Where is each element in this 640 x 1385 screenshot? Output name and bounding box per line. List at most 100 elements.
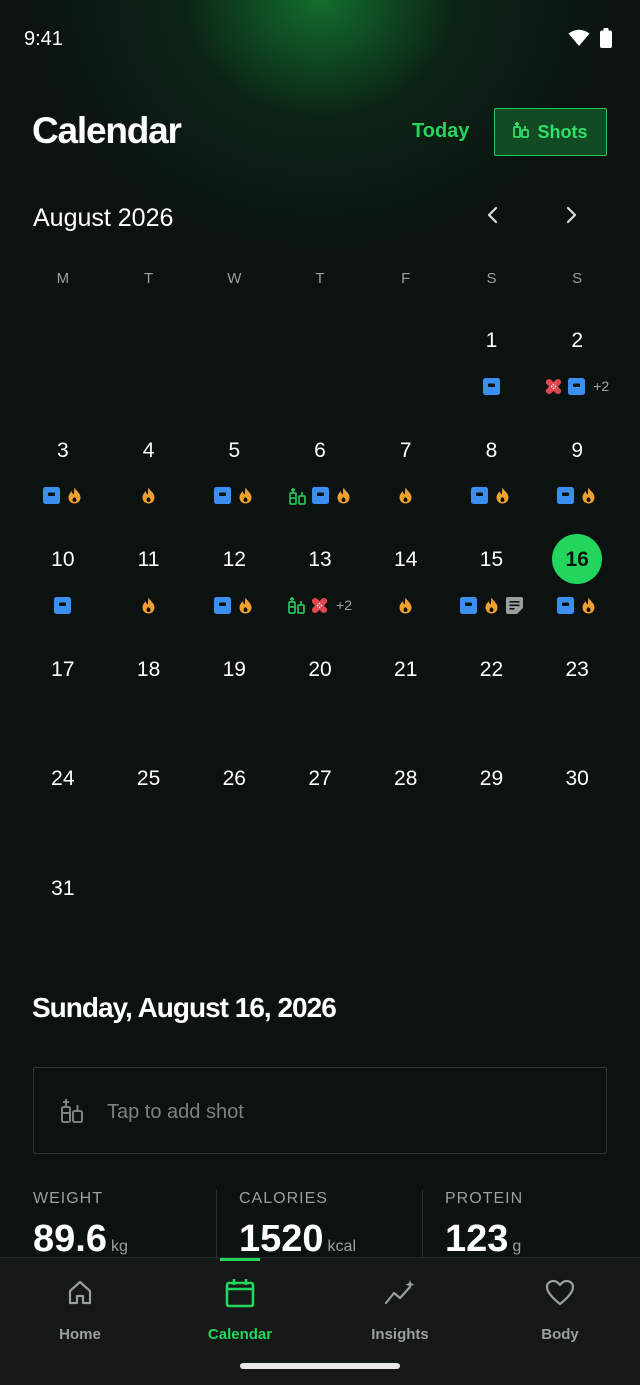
weekday-label: S xyxy=(572,270,583,287)
calendar-day[interactable]: 11 xyxy=(106,536,192,646)
tab-calendar[interactable]: Calendar xyxy=(160,1258,320,1358)
stat-value: 89.6 xyxy=(33,1218,107,1260)
day-indicators xyxy=(277,487,363,505)
calendar-day[interactable]: 13 +2 xyxy=(277,536,363,646)
day-number: 22 xyxy=(479,657,504,681)
day-number: 6 xyxy=(314,438,326,462)
weekday-label: F xyxy=(401,270,411,287)
calendar-day[interactable]: 26 xyxy=(191,755,277,865)
calendar-day[interactable]: 23 xyxy=(534,646,620,756)
calendar-day[interactable]: 3 xyxy=(20,427,106,537)
weekday-header: MTWTFSS xyxy=(20,270,620,294)
scale-icon xyxy=(557,487,575,505)
stat-label: WEIGHT xyxy=(33,1190,103,1207)
stat-protein[interactable]: PROTEIN 123 g xyxy=(445,1190,523,1260)
shots-label: Shots xyxy=(537,121,588,142)
day-number: 21 xyxy=(394,657,418,681)
calendar-day[interactable]: 24 xyxy=(20,755,106,865)
calendar-day[interactable]: 29 xyxy=(449,755,535,865)
scale-icon xyxy=(214,596,232,614)
day-number: 12 xyxy=(222,548,246,572)
calendar-day[interactable]: 21 xyxy=(363,646,449,756)
calendar-empty-cell xyxy=(534,865,620,975)
day-number: 20 xyxy=(308,657,332,681)
calendar-week-row: 24 25 26 27 28 29 30 xyxy=(20,755,620,865)
calendar-day[interactable]: 12 xyxy=(191,536,277,646)
chevron-left-icon xyxy=(486,206,500,229)
bandage-icon xyxy=(311,597,328,614)
tab-body[interactable]: Body xyxy=(480,1258,640,1358)
calendar-day[interactable]: 28 xyxy=(363,755,449,865)
flame-icon xyxy=(580,597,597,614)
day-number: 7 xyxy=(399,438,412,462)
calendar-day[interactable]: 14 xyxy=(363,536,449,646)
day-number: 19 xyxy=(222,657,246,681)
syringe-icon xyxy=(288,487,306,505)
stat-divider xyxy=(216,1190,217,1260)
flame-icon xyxy=(66,487,83,504)
calendar-day[interactable]: 25 xyxy=(106,755,192,865)
next-month-button[interactable] xyxy=(556,202,586,232)
day-indicators xyxy=(363,487,449,505)
day-number: 30 xyxy=(565,767,589,791)
stat-divider xyxy=(422,1190,423,1260)
tab-insights[interactable]: Insights xyxy=(320,1258,480,1358)
calendar-empty-cell xyxy=(106,317,192,427)
flame-icon xyxy=(397,487,414,504)
calendar-day[interactable]: 6 xyxy=(277,427,363,537)
scale-icon xyxy=(311,487,329,505)
more-count: +2 xyxy=(336,597,352,614)
home-indicator xyxy=(240,1363,400,1369)
day-number: 11 xyxy=(137,548,160,572)
status-time: 9:41 xyxy=(24,28,63,50)
previous-month-button[interactable] xyxy=(478,202,508,232)
calendar-day[interactable]: 20 xyxy=(277,646,363,756)
tab-home[interactable]: Home xyxy=(0,1258,160,1358)
day-indicators xyxy=(20,487,106,505)
calendar-day[interactable]: 27 xyxy=(277,755,363,865)
flame-icon xyxy=(335,487,352,504)
day-indicators xyxy=(449,377,535,395)
flame-icon xyxy=(397,597,414,614)
calendar-day[interactable]: 4 xyxy=(106,427,192,537)
calendar-day[interactable]: 30 xyxy=(534,755,620,865)
calendar-day[interactable]: 17 xyxy=(20,646,106,756)
day-indicators xyxy=(363,596,449,614)
calendar-day[interactable]: 31 xyxy=(20,865,106,975)
day-number: 27 xyxy=(308,767,332,791)
calendar-day-today[interactable]: 16 xyxy=(534,534,620,646)
calendar-empty-cell xyxy=(277,317,363,427)
day-indicators xyxy=(534,596,620,614)
shots-button[interactable]: Shots xyxy=(494,108,607,156)
scale-icon xyxy=(54,596,72,614)
calendar-week-row: 31 xyxy=(20,865,620,975)
calendar-day[interactable]: 9 xyxy=(534,427,620,537)
calendar-day[interactable]: 7 xyxy=(363,427,449,537)
day-number: 3 xyxy=(57,438,69,462)
day-number: 31 xyxy=(51,876,75,900)
day-number: 16 xyxy=(565,548,589,572)
day-number: 1 xyxy=(485,329,498,352)
day-number: 8 xyxy=(485,438,498,462)
calendar-day[interactable]: 5 xyxy=(191,427,277,537)
calendar-day[interactable]: 22 xyxy=(449,646,535,756)
calendar-day[interactable]: 19 xyxy=(191,646,277,756)
calendar-day[interactable]: 2 +2 xyxy=(534,317,620,427)
calendar-day[interactable]: 10 xyxy=(20,536,106,646)
stat-weight[interactable]: WEIGHT 89.6 kg xyxy=(33,1190,128,1260)
calendar-day[interactable]: 1 xyxy=(449,317,535,427)
stat-unit: kg xyxy=(110,1238,128,1255)
stat-calories[interactable]: CALORIES 1520 kcal xyxy=(239,1190,356,1260)
calendar-day[interactable]: 8 xyxy=(449,427,535,537)
day-number: 2 xyxy=(571,329,584,352)
syringe-icon xyxy=(60,1098,84,1129)
day-indicators: +2 xyxy=(277,596,363,615)
add-shot-button[interactable]: Tap to add shot xyxy=(33,1067,607,1154)
status-bar: 9:41 xyxy=(0,0,640,80)
day-indicators xyxy=(20,596,106,614)
calendar-day[interactable]: 15 xyxy=(449,536,535,646)
flame-icon xyxy=(483,597,500,614)
today-button[interactable]: Today xyxy=(412,120,469,143)
status-icons xyxy=(568,28,612,53)
calendar-day[interactable]: 18 xyxy=(106,646,192,756)
